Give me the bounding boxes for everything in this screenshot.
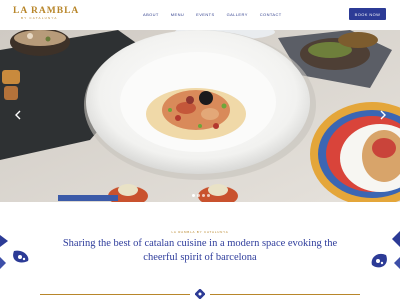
site-header: LA RAMBLA BY CATALUNYA ABOUT MENU EVENTS… — [0, 0, 400, 30]
nav-item-about[interactable]: ABOUT — [143, 12, 159, 17]
brand-name: LA RAMBLA — [13, 6, 80, 16]
slider-dot[interactable] — [197, 194, 200, 197]
nav-item-gallery[interactable]: GALLERY — [227, 12, 248, 17]
slider-prev-button[interactable] — [12, 108, 24, 122]
nav-item-menu[interactable]: MENU — [171, 12, 184, 17]
book-now-button[interactable]: BOOK NOW — [349, 8, 386, 20]
slider-dots — [192, 194, 210, 197]
nav-item-events[interactable]: EVENTS — [196, 12, 214, 17]
chevron-right-icon — [380, 110, 386, 120]
nav-item-contact[interactable]: CONTACT — [260, 12, 282, 17]
intro-kicker: LA RAMBLA BY CATALUNYA — [171, 230, 229, 234]
plated-octopus-dish-icon — [0, 30, 400, 202]
main-nav: ABOUT MENU EVENTS GALLERY CONTACT — [143, 12, 294, 17]
divider-line — [210, 294, 360, 295]
slider-dot[interactable] — [202, 194, 205, 197]
slider-dot[interactable] — [192, 194, 195, 197]
chevron-left-icon — [15, 110, 21, 120]
slider-next-button[interactable] — [377, 108, 389, 122]
hero-slider — [0, 30, 400, 202]
decorative-tile-left-icon — [0, 235, 29, 269]
brand-tagline: BY CATALUNYA — [21, 16, 58, 20]
tile-emblem-icon — [195, 289, 205, 299]
intro-headline: Sharing the best of catalan cuisine in a… — [62, 238, 338, 263]
brand-logo[interactable]: LA RAMBLA BY CATALUNYA — [13, 6, 79, 21]
slider-dot[interactable] — [207, 194, 210, 197]
decorative-tile-right-icon — [371, 231, 400, 269]
divider-line — [40, 294, 190, 295]
